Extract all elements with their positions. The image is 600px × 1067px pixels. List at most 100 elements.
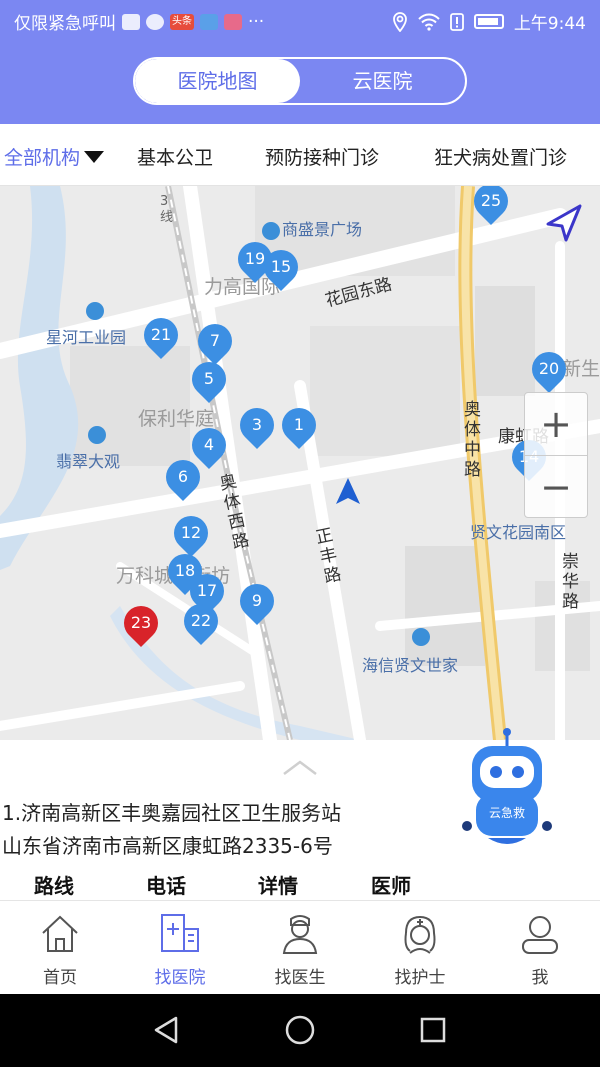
hospital-name[interactable]: 1.济南高新区丰奥嘉园社区卫生服务站 bbox=[2, 797, 341, 826]
hospital-address: 山东省济南市高新区康虹路2335-6号 bbox=[2, 834, 333, 858]
header: 仅限紧急呼叫 头条 ··· 上午9:44 医院地图 云医院 bbox=[0, 0, 600, 124]
nav-find-doctor[interactable]: 找医生 bbox=[240, 901, 360, 995]
zoom-out-button[interactable]: − bbox=[525, 456, 587, 519]
sim-alert-icon bbox=[449, 12, 464, 31]
back-icon[interactable] bbox=[154, 1016, 178, 1044]
building-icon bbox=[412, 628, 430, 646]
hospital-pin-23-selected[interactable]: 23 bbox=[116, 598, 166, 656]
clock: 上午9:44 bbox=[513, 14, 586, 34]
map-view[interactable]: 商盛景广场 星河工业园 保利华庭 翡翠大观 万科城新街坊 海信贤文世家 贤文花园… bbox=[0, 186, 600, 740]
status-left: 仅限紧急呼叫 头条 ··· bbox=[14, 9, 265, 35]
pin-number: 12 bbox=[180, 523, 202, 542]
emergency-call-text: 仅限紧急呼叫 bbox=[14, 14, 116, 34]
detail-button[interactable]: 详情 bbox=[258, 870, 298, 899]
pin-number: 20 bbox=[538, 359, 560, 378]
recents-icon[interactable] bbox=[420, 1017, 446, 1043]
view-segment: 医院地图 云医院 bbox=[133, 57, 467, 105]
pin-number: 9 bbox=[251, 591, 263, 610]
app-notification-icon bbox=[122, 13, 140, 30]
poi-xinsheng: 新生 bbox=[562, 358, 600, 380]
app-root: 仅限紧急呼叫 头条 ··· 上午9:44 医院地图 云医院 全部机构 基本公卫 … bbox=[0, 0, 600, 1067]
doctor-button[interactable]: 医师 bbox=[371, 870, 411, 899]
route-button[interactable]: 路线 bbox=[34, 870, 74, 899]
poi-shangsheng[interactable]: 商盛景广场 bbox=[262, 216, 362, 240]
filter-vaccination-clinic[interactable]: 预防接种门诊 bbox=[265, 143, 379, 170]
hospital-pin-9[interactable]: 9 bbox=[232, 576, 282, 634]
filter-basic-public-health[interactable]: 基本公卫 bbox=[137, 143, 213, 170]
wifi-icon bbox=[418, 13, 440, 31]
cloud-icon bbox=[146, 13, 164, 30]
zoom-control: + − bbox=[524, 392, 588, 518]
hospital-pin-21[interactable]: 21 bbox=[136, 310, 186, 368]
baidu-icon bbox=[200, 13, 218, 30]
pin-number: 3 bbox=[251, 415, 263, 434]
nav-doctor-label: 找医生 bbox=[274, 968, 326, 988]
pin-number: 7 bbox=[209, 331, 221, 350]
nav-nurse-label: 找护士 bbox=[394, 968, 446, 988]
hospital-pin-5[interactable]: 5 bbox=[184, 354, 234, 412]
nav-home-label: 首页 bbox=[43, 968, 77, 988]
pin-number: 1 bbox=[293, 415, 305, 434]
cloud-emergency-robot-button[interactable]: 云急救 bbox=[462, 728, 552, 848]
pin-number: 22 bbox=[190, 611, 212, 630]
battery-icon bbox=[473, 14, 504, 29]
nav-home[interactable]: 首页 bbox=[0, 901, 120, 995]
building-icon bbox=[86, 302, 104, 320]
poi-label: 海信贤文世家 bbox=[362, 656, 459, 675]
hospital-actions: 路线 电话 详情 医师 bbox=[0, 870, 600, 900]
user-icon bbox=[522, 916, 558, 954]
tab-hospital-map[interactable]: 医院地图 bbox=[135, 59, 300, 103]
poi-xianwen[interactable]: 贤文花园南区 bbox=[470, 519, 566, 543]
road-aoti-mid: 奥体中路 bbox=[464, 400, 481, 480]
hospital-pin-6[interactable]: 6 bbox=[158, 452, 208, 510]
status-right: 上午9:44 bbox=[392, 9, 586, 34]
pin-number: 6 bbox=[177, 467, 189, 486]
system-nav-icons bbox=[154, 1015, 446, 1045]
poi-label: 翡翠大观 bbox=[56, 452, 121, 471]
building-icon bbox=[262, 221, 280, 240]
hospital-pin-25[interactable]: 25 bbox=[466, 186, 516, 234]
zoom-in-button[interactable]: + bbox=[525, 393, 587, 456]
pin-number: 21 bbox=[150, 325, 172, 344]
doctor-icon bbox=[282, 915, 318, 954]
nav-hospital-label: 找医院 bbox=[154, 968, 206, 988]
hospital-pin-15[interactable]: 15 bbox=[256, 242, 306, 300]
more-dots: ··· bbox=[248, 11, 265, 32]
poi-haixin[interactable]: 海信贤文世家 bbox=[362, 628, 459, 676]
pin-number: 15 bbox=[270, 257, 292, 276]
hospital-pin-1[interactable]: 1 bbox=[274, 400, 324, 458]
book-icon bbox=[224, 13, 242, 30]
pin-number: 23 bbox=[130, 613, 152, 632]
location-icon bbox=[392, 11, 407, 32]
home-circle-icon[interactable] bbox=[285, 1015, 315, 1045]
phone-button[interactable]: 电话 bbox=[146, 870, 186, 899]
news-badge: 头条 bbox=[170, 13, 194, 30]
nav-find-nurse[interactable]: 找护士 bbox=[360, 901, 480, 995]
poi-label: 星河工业园 bbox=[46, 328, 127, 347]
status-bar: 仅限紧急呼叫 头条 ··· 上午9:44 bbox=[0, 0, 600, 40]
filter-bar: 全部机构 基本公卫 预防接种门诊 狂犬病处置门诊 bbox=[0, 124, 600, 186]
hospital-pin-3[interactable]: 3 bbox=[232, 400, 282, 458]
road-line3: 3线 bbox=[160, 194, 174, 225]
home-icon bbox=[42, 915, 78, 952]
hospital-pin-22[interactable]: 22 bbox=[176, 596, 226, 654]
nurse-icon bbox=[404, 915, 436, 954]
poi-feicui[interactable]: 翡翠大观 bbox=[56, 426, 121, 472]
tab-cloud-hospital[interactable]: 云医院 bbox=[300, 59, 465, 103]
nav-find-hospital[interactable]: 找医院 bbox=[120, 901, 240, 995]
road-chonghua: 崇华路 bbox=[562, 552, 579, 612]
robot-icon bbox=[462, 728, 552, 844]
bottom-nav: 首页 找医院 找医生 找护士 我 bbox=[0, 900, 600, 994]
system-nav-bar bbox=[0, 994, 600, 1067]
nav-me[interactable]: 我 bbox=[480, 901, 600, 995]
filter-all-label: 全部机构 bbox=[4, 147, 81, 169]
filter-all-institutions[interactable]: 全部机构 bbox=[4, 143, 105, 170]
pin-number: 4 bbox=[203, 435, 215, 454]
nav-me-label: 我 bbox=[531, 968, 549, 988]
pin-number: 5 bbox=[203, 369, 215, 388]
chevron-up-icon[interactable] bbox=[282, 758, 318, 776]
filter-rabies-clinic[interactable]: 狂犬病处置门诊 bbox=[434, 143, 567, 170]
pin-number: 17 bbox=[196, 581, 218, 600]
building-icon bbox=[88, 426, 106, 444]
poi-xinghe[interactable]: 星河工业园 bbox=[46, 302, 127, 348]
